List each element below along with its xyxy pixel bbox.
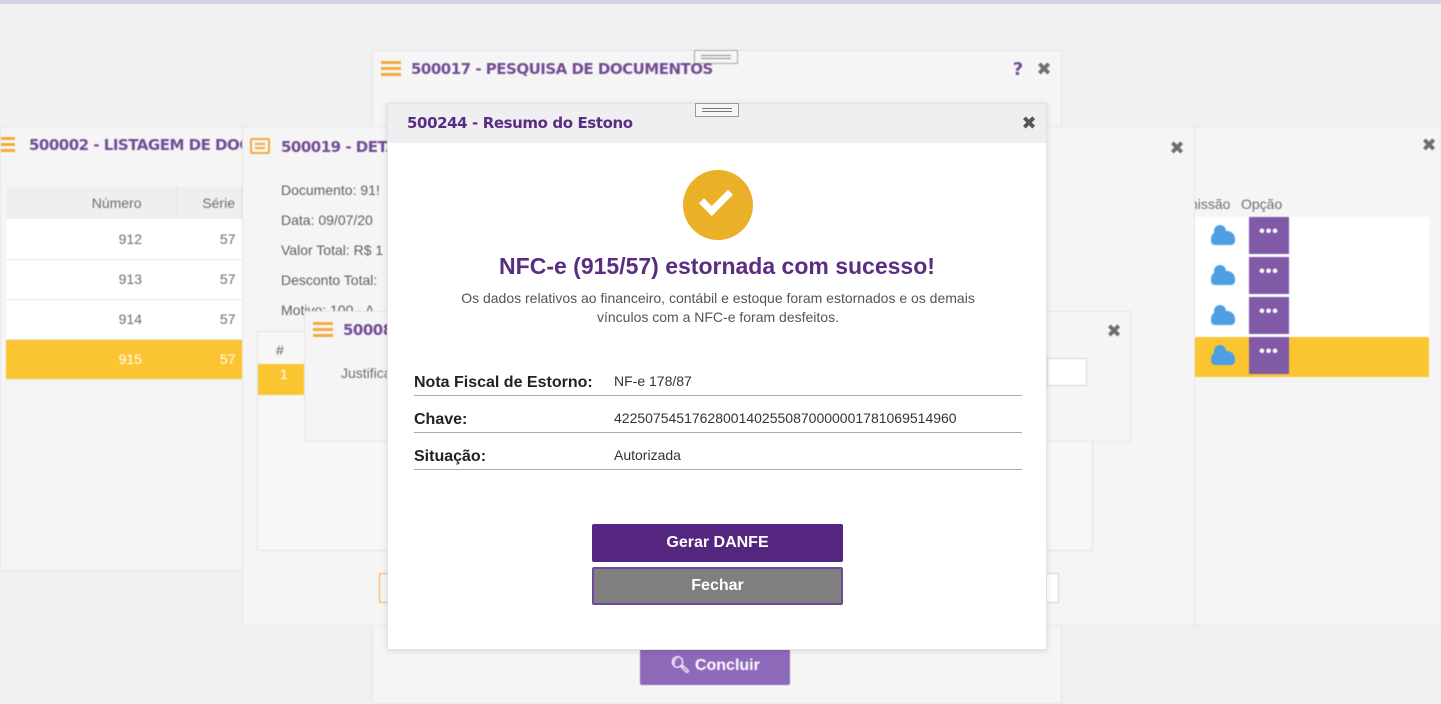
drag-handle[interactable]	[695, 103, 739, 117]
info-label: Nota Fiscal de Estorno:	[414, 374, 593, 391]
info-label: Chave:	[414, 411, 468, 428]
resumo-estorno-modal: 500244 - Resumo do Estono ✖ NFC-e (915/5…	[387, 103, 1047, 650]
success-description: Os dados relativos ao financeiro, contáb…	[461, 290, 975, 325]
gerar-danfe-button[interactable]: Gerar DANFE	[592, 524, 843, 562]
fechar-button[interactable]: Fechar	[592, 567, 843, 605]
info-value: Autorizada	[614, 447, 681, 463]
info-row-nota-fiscal: Nota Fiscal de Estorno: NF-e 178/87	[414, 366, 1022, 396]
info-value: 4225075451762800140255087000000178106951…	[614, 410, 957, 426]
success-title: NFC-e (915/57) estornada com sucesso!	[499, 253, 935, 279]
info-label: Situação:	[414, 448, 487, 465]
modal-title: 500244 - Resumo do Estono	[407, 114, 633, 132]
info-row-situacao: Situação: Autorizada	[414, 440, 1022, 470]
info-row-chave: Chave: 422507545176280014025508700000017…	[414, 403, 1022, 433]
success-check-icon	[683, 170, 753, 240]
close-icon[interactable]: ✖	[1020, 115, 1038, 133]
info-value: NF-e 178/87	[614, 373, 692, 389]
